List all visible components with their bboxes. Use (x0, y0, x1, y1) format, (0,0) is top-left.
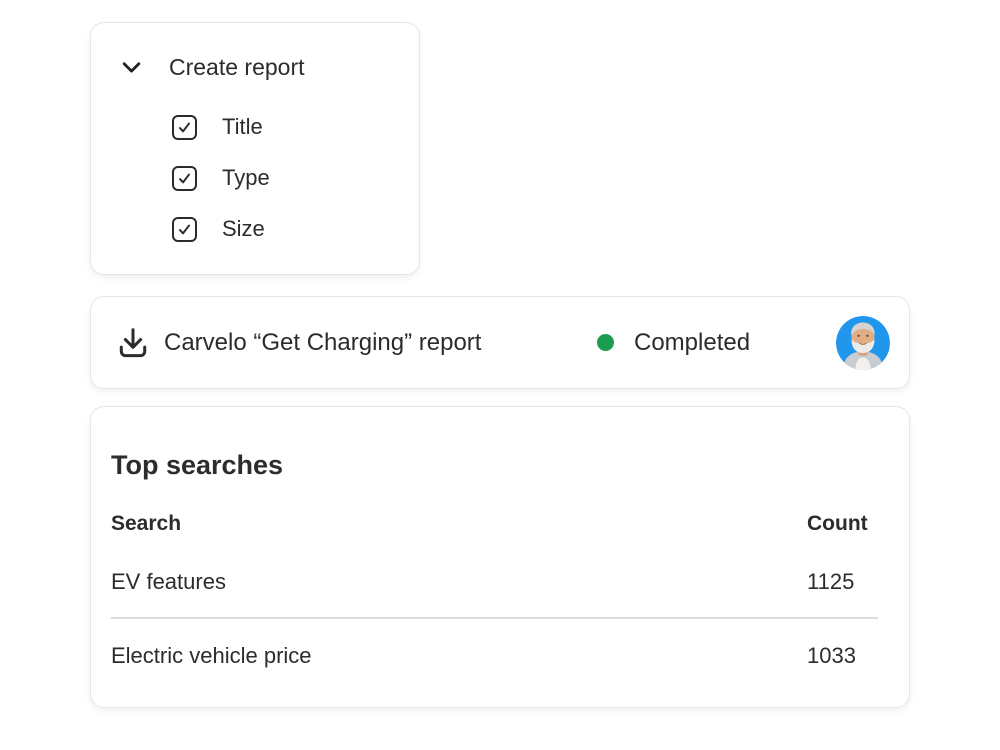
table-header-row: Search Count (111, 511, 878, 538)
check-icon (177, 120, 192, 135)
check-icon (177, 171, 192, 186)
checkbox-row-size: Size (172, 216, 265, 242)
create-report-header: Create report (118, 53, 305, 81)
checkbox-title[interactable] (172, 115, 197, 140)
checkbox-label-title: Title (222, 114, 263, 140)
checkbox-size[interactable] (172, 217, 197, 242)
count-cell: 1033 (807, 642, 856, 669)
checkbox-label-type: Type (222, 165, 270, 191)
search-cell: EV features (111, 568, 226, 595)
top-searches-title: Top searches (111, 449, 283, 481)
top-searches-card: Top searches Search Count EV features 11… (90, 406, 910, 708)
status-badge: Completed (597, 329, 750, 357)
column-header-search: Search (111, 511, 181, 537)
checkbox-label-size: Size (222, 216, 265, 242)
chevron-down-icon[interactable] (118, 54, 145, 81)
status-label: Completed (634, 329, 750, 357)
report-title: Carvelo “Get Charging” report (164, 329, 481, 357)
status-dot-icon (597, 334, 614, 351)
avatar[interactable] (836, 316, 890, 370)
row-divider (111, 617, 878, 619)
report-status-bar: Carvelo “Get Charging” report Completed (90, 296, 910, 389)
checkbox-row-type: Type (172, 165, 270, 191)
count-cell: 1125 (807, 568, 854, 595)
create-report-panel: Create report Title Type Size (90, 22, 420, 275)
check-icon (177, 222, 192, 237)
checkbox-row-title: Title (172, 114, 263, 140)
checkbox-type[interactable] (172, 166, 197, 191)
table-row: EV features 1125 (111, 568, 878, 595)
search-cell: Electric vehicle price (111, 642, 312, 669)
column-header-count: Count (807, 511, 868, 537)
table-row: Electric vehicle price 1033 (111, 642, 878, 669)
download-icon[interactable] (114, 324, 152, 362)
create-report-title: Create report (169, 53, 305, 81)
